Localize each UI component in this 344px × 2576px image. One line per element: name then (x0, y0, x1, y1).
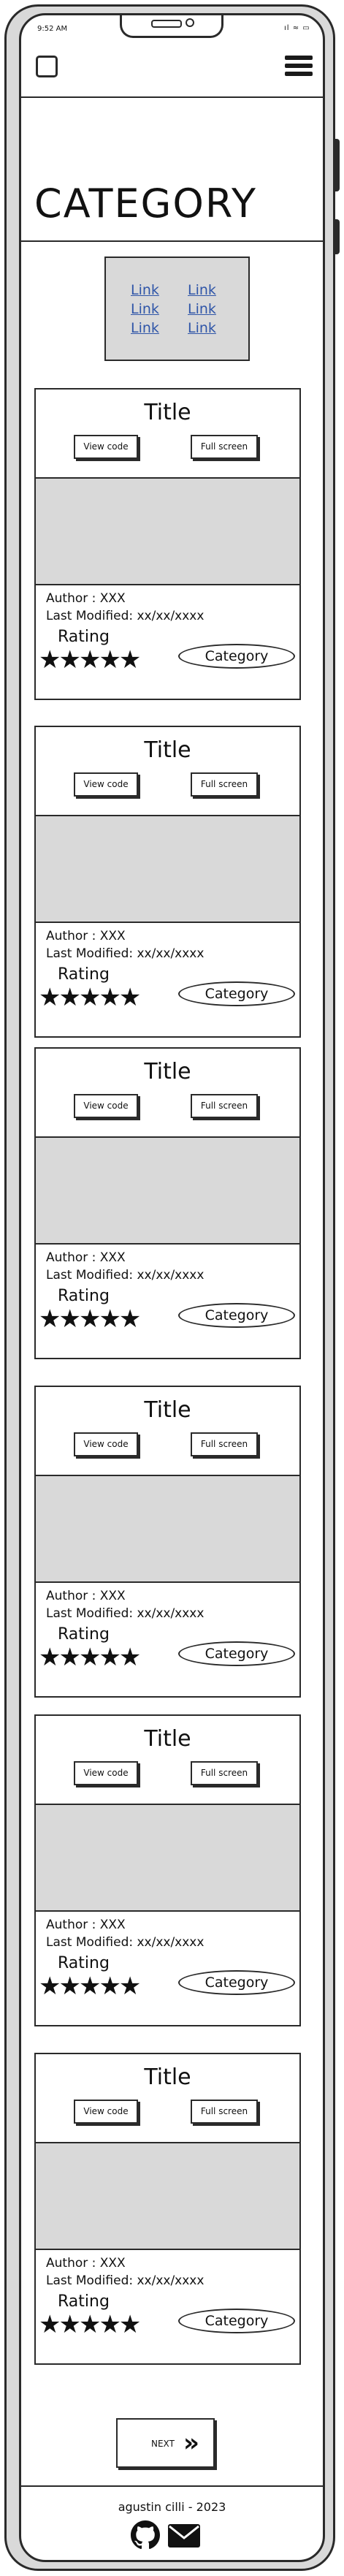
rating-label: Rating (58, 1954, 110, 1972)
card-last-modified: Last Modified: xx/xx/xxxx (46, 1606, 205, 1621)
category-tag-button[interactable]: Category (178, 644, 295, 669)
card-author: Author : XXX (46, 2256, 126, 2271)
nav-link[interactable]: Link (188, 300, 217, 318)
card-title: Title (144, 1726, 191, 1752)
nav-link[interactable]: Link (131, 281, 188, 299)
card-author: Author : XXX (46, 1250, 126, 1265)
card-last-modified: Last Modified: xx/xx/xxxx (46, 1935, 205, 1950)
nav-link[interactable]: Link (188, 319, 217, 337)
header-divider (21, 96, 323, 98)
github-icon[interactable] (131, 2520, 160, 2550)
rating-label: Rating (58, 965, 110, 984)
notch (120, 15, 223, 38)
project-card: Title View code Full screen Author : XXX Las… (34, 1386, 301, 1698)
rating-label: Rating (58, 1625, 110, 1644)
full-screen-button[interactable]: Full screen (191, 772, 258, 797)
status-time: 9:52 AM (37, 25, 68, 33)
status-icons: ıl ≈ ▭ (284, 24, 310, 32)
view-code-button[interactable]: View code (74, 435, 138, 459)
category-tag-button[interactable]: Category (178, 1970, 295, 1995)
nav-link[interactable]: Link (131, 319, 188, 337)
card-last-modified: Last Modified: xx/xx/xxxx (46, 609, 205, 623)
preview-image-placeholder (36, 2142, 299, 2250)
speaker-grille (151, 20, 182, 28)
star-rating-icon: ★★★★★ (39, 983, 141, 1012)
rating-label: Rating (58, 628, 110, 646)
page-title: CATEGORY (34, 181, 257, 227)
full-screen-button[interactable]: Full screen (191, 435, 258, 459)
view-code-button[interactable]: View code (74, 1432, 138, 1456)
project-card: Title View code Full screen Author : XXX Las… (34, 2053, 301, 2365)
footer-credit: agustin cilli - 2023 (118, 2500, 226, 2514)
card-title: Title (144, 1397, 191, 1423)
project-card: Title View code Full screen Author : XXX Las… (34, 1047, 301, 1359)
camera-icon (186, 18, 194, 27)
full-screen-button[interactable]: Full screen (191, 1094, 258, 1118)
nav-link[interactable]: Link (188, 281, 217, 299)
rating-label: Rating (58, 1287, 110, 1305)
project-card: Title View code Full screen Author : XXX Las… (34, 388, 301, 700)
nav-link[interactable]: Link (131, 300, 188, 318)
star-rating-icon: ★★★★★ (39, 645, 141, 675)
card-last-modified: Last Modified: xx/xx/xxxx (46, 2273, 205, 2288)
preview-image-placeholder (36, 1475, 299, 1583)
next-page-button[interactable]: NEXT » (116, 2418, 215, 2468)
double-chevron-right-icon: » (183, 2428, 199, 2458)
full-screen-button[interactable]: Full screen (191, 1761, 258, 1785)
preview-image-placeholder (36, 1136, 299, 1245)
volume-button (335, 219, 340, 254)
view-code-button[interactable]: View code (74, 772, 138, 797)
preview-image-placeholder (36, 815, 299, 923)
star-rating-icon: ★★★★★ (39, 2310, 141, 2339)
view-code-button[interactable]: View code (74, 1761, 138, 1785)
view-code-button[interactable]: View code (74, 1094, 138, 1118)
preview-image-placeholder (36, 1804, 299, 1912)
card-last-modified: Last Modified: xx/xx/xxxx (46, 946, 205, 961)
view-code-button[interactable]: View code (74, 2100, 138, 2124)
card-author: Author : XXX (46, 591, 126, 606)
footer-divider (21, 2485, 323, 2487)
app-logo-icon[interactable] (36, 56, 58, 77)
card-title: Title (144, 400, 191, 425)
rating-label: Rating (58, 2292, 110, 2311)
project-card: Title View code Full screen Author : XXX Las… (34, 726, 301, 1038)
star-rating-icon: ★★★★★ (39, 1972, 141, 2001)
project-card: Title View code Full screen Author : XXX Las… (34, 1714, 301, 2026)
category-tag-button[interactable]: Category (178, 1641, 295, 1666)
card-author: Author : XXX (46, 1589, 126, 1603)
card-title: Title (144, 2064, 191, 2090)
star-rating-icon: ★★★★★ (39, 1643, 141, 1672)
links-panel: Link Link Link Link Link Link (104, 257, 250, 361)
full-screen-button[interactable]: Full screen (191, 2100, 258, 2124)
category-tag-button[interactable]: Category (178, 1303, 295, 1328)
card-title: Title (144, 1059, 191, 1084)
category-tag-button[interactable]: Category (178, 2309, 295, 2333)
card-last-modified: Last Modified: xx/xx/xxxx (46, 1268, 205, 1283)
full-screen-button[interactable]: Full screen (191, 1432, 258, 1456)
card-author: Author : XXX (46, 929, 126, 943)
preview-image-placeholder (36, 477, 299, 585)
mail-icon[interactable] (167, 2520, 201, 2550)
category-tag-button[interactable]: Category (178, 981, 295, 1006)
hamburger-menu-icon[interactable] (285, 56, 313, 80)
card-title: Title (144, 737, 191, 763)
star-rating-icon: ★★★★★ (39, 1304, 141, 1334)
phone-screen: 9:52 AM ıl ≈ ▭ CATEGORY Link Link Link L… (19, 13, 325, 2562)
card-author: Author : XXX (46, 1918, 126, 1932)
section-divider (21, 240, 323, 242)
power-button (335, 139, 340, 191)
next-label: NEXT (151, 2439, 175, 2449)
